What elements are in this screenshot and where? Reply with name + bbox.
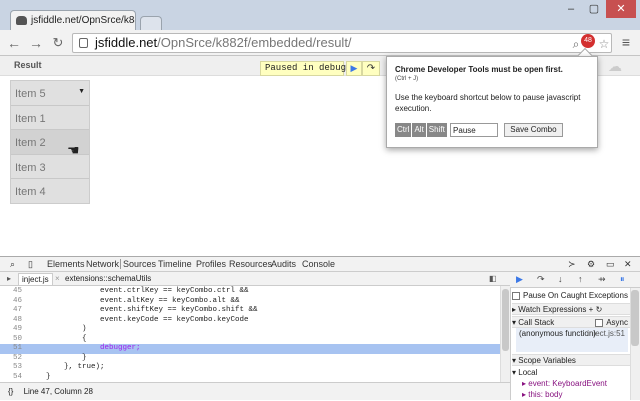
console-drawer-icon[interactable]: ≻ <box>568 259 576 270</box>
editor-status-bar: {} Line 47, Column 28 <box>0 382 510 400</box>
code-line: 49 ) <box>12 325 87 333</box>
code-line: 47 event.shiftKey == keyCombo.shift && <box>12 306 258 314</box>
code-line: 46 event.altKey == keyCombo.alt && <box>12 296 240 305</box>
refresh-watch-icon[interactable]: ↻ <box>596 305 603 314</box>
popup-shortcut-hint: (Ctrl + J) <box>395 76 419 82</box>
tab-elements[interactable]: Elements <box>47 259 85 269</box>
device-icon[interactable]: ▯ <box>28 259 33 270</box>
code-line: 53 }, true); <box>12 363 105 371</box>
add-watch-icon[interactable]: + <box>589 305 594 314</box>
call-frame-name: (anonymous function) <box>519 329 596 338</box>
resume-icon[interactable]: ▶ <box>346 61 362 76</box>
sidebar-scrollbar-thumb[interactable] <box>631 290 639 346</box>
devtools-toolbar: ⌕ ▯ Elements Network Sources Timeline Pr… <box>0 256 640 272</box>
cloud-icon: ☁ <box>608 58 622 74</box>
pause-on-caught-row[interactable]: Pause On Caught Exceptions <box>512 290 630 302</box>
list-item[interactable]: Item 5 ▼ <box>11 81 89 106</box>
close-window-button[interactable]: ✕ <box>606 0 636 18</box>
url-host: jsfiddle.net <box>95 35 158 50</box>
code-line: 52 } <box>12 353 87 362</box>
dropdown-caret-icon: ▼ <box>78 88 85 95</box>
watch-expressions-header[interactable]: ▸ Watch Expressions + ↻ <box>512 303 630 315</box>
call-stack-header[interactable]: ▾ Call Stack Async <box>512 316 630 328</box>
async-checkbox[interactable] <box>595 318 604 327</box>
scope-variables-header[interactable]: ▾ Scope Variables <box>512 354 630 366</box>
menu-icon[interactable]: ≡ <box>618 34 634 50</box>
new-tab-button[interactable] <box>140 16 162 30</box>
url-path: /OpnSrce/k882f/embedded/result/ <box>157 35 352 50</box>
tab-profiles[interactable]: Profiles <box>196 259 226 269</box>
tab-sources[interactable]: Sources <box>120 259 156 269</box>
browser-titlebar: jsfiddle.net/OpnSrce/k88 – ▢ ✕ <box>0 0 640 30</box>
debugger-toggle-icon[interactable]: ◧ <box>486 273 500 285</box>
star-icon[interactable]: ☆ <box>597 37 611 51</box>
page-icon <box>79 38 88 48</box>
address-bar[interactable]: jsfiddle.net/OpnSrce/k882f/embedded/resu… <box>72 33 612 53</box>
paused-overlay: Paused in debugger <box>260 61 362 76</box>
settings-gear-icon[interactable]: ⚙ <box>587 259 595 270</box>
tab-title: jsfiddle.net/OpnSrce/k88 <box>31 15 136 26</box>
code-line: 45 event.ctrlKey == keyCombo.ctrl && <box>12 287 249 295</box>
maximize-button[interactable]: ▢ <box>583 0 605 18</box>
cloud-favicon-icon <box>16 16 27 25</box>
code-line: 48 event.keyCode == keyCombo.keyCode <box>12 315 249 324</box>
browser-toolbar: ← → ↻ jsfiddle.net/OpnSrce/k882f/embedde… <box>0 30 640 56</box>
ctrl-key-toggle[interactable]: Ctrl <box>395 123 412 137</box>
reload-icon[interactable]: ↻ <box>48 33 68 53</box>
code-line-current: 51 debugger; <box>0 344 500 354</box>
call-frame-file: inject.js:51 <box>587 329 625 338</box>
dock-icon[interactable]: ▭ <box>606 259 615 270</box>
scope-this-var[interactable]: ▸ this: body <box>512 389 630 401</box>
code-scrollbar-thumb[interactable] <box>502 289 509 351</box>
forward-icon[interactable]: → <box>26 33 46 53</box>
step-over-icon[interactable]: ↷ <box>362 61 380 76</box>
resume-execution-icon[interactable]: ▶ <box>516 274 523 285</box>
extension-badge-icon[interactable]: 48 <box>581 34 595 48</box>
back-icon[interactable]: ← <box>4 33 24 53</box>
file-tab-schemautils[interactable]: extensions::schemaUtils <box>62 273 154 285</box>
popup-body: Use the keyboard shortcut below to pause… <box>395 93 581 113</box>
shift-key-toggle[interactable]: Shift <box>426 123 447 137</box>
list-item[interactable]: Item 1 <box>11 106 89 130</box>
tab-audits[interactable]: Audits <box>271 259 296 269</box>
hand-cursor-icon: ☚ <box>67 142 80 158</box>
code-line: 50 { <box>12 334 87 343</box>
file-tab-inject[interactable]: inject.js <box>18 273 53 285</box>
code-editor[interactable]: 45 event.ctrlKey == keyCombo.ctrl && 46 … <box>0 286 500 382</box>
tab-network[interactable]: Network <box>86 259 119 269</box>
inspect-icon[interactable]: ⌕ <box>10 259 15 270</box>
minimize-button[interactable]: – <box>560 0 582 18</box>
tab-console[interactable]: Console <box>302 259 335 269</box>
alt-key-toggle[interactable]: Alt <box>412 123 426 137</box>
call-frame[interactable]: (anonymous function) inject.js:51 <box>516 328 628 352</box>
save-combo-button[interactable]: Save Combo <box>504 123 563 137</box>
navigator-toggle-icon[interactable]: ▸ <box>4 273 14 285</box>
browser-tab[interactable]: jsfiddle.net/OpnSrce/k88 <box>10 10 136 30</box>
step-into-icon[interactable]: ↓ <box>558 274 563 284</box>
pause-on-caught-checkbox[interactable] <box>512 291 520 300</box>
cursor-position: Line 47, Column 28 <box>23 387 93 396</box>
tab-timeline[interactable]: Timeline <box>158 259 192 269</box>
result-label: Result <box>14 60 42 70</box>
code-line: 54 } <box>12 372 51 381</box>
extension-popup: Chrome Developer Tools must be open firs… <box>386 56 598 148</box>
step-over-icon[interactable]: ↷ <box>537 274 545 285</box>
key-combo-row: Ctrl Alt Shift Pause Save Combo <box>395 123 563 137</box>
list-item[interactable]: Item 4 <box>11 179 89 204</box>
pause-on-exceptions-icon[interactable]: ⏸ <box>620 274 625 285</box>
key-input[interactable]: Pause <box>450 123 499 137</box>
tab-resources[interactable]: Resources <box>229 259 272 269</box>
sources-file-tabs: ▸ inject.js × extensions::schemaUtils ◧ <box>0 272 510 286</box>
step-out-icon[interactable]: ↑ <box>578 274 583 284</box>
popup-title: Chrome Developer Tools must be open firs… <box>395 65 563 74</box>
deactivate-breakpoints-icon[interactable]: ⇸ <box>598 274 606 285</box>
pretty-print-icon[interactable]: {} <box>8 387 13 396</box>
devtools-close-icon[interactable]: ✕ <box>624 259 632 270</box>
